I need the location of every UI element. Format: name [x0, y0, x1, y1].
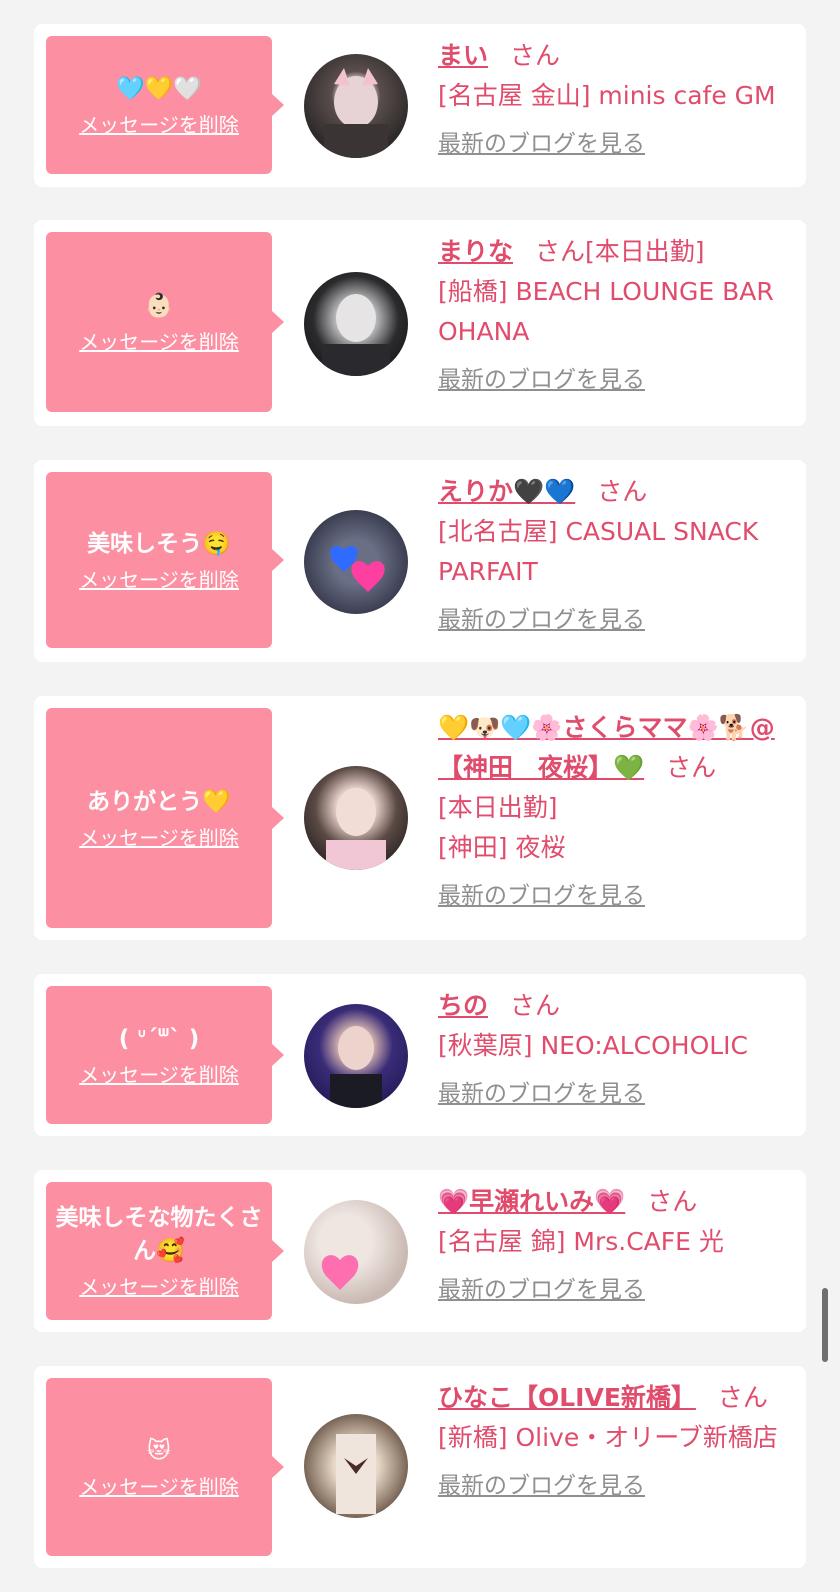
cast-name-link[interactable]: まい	[438, 41, 488, 70]
message-bubble: 👶🏻 メッセージを削除	[46, 232, 284, 412]
cast-name-link[interactable]: ひなこ【OLIVE新橋】	[438, 1383, 696, 1412]
delete-message-link[interactable]: メッセージを削除	[79, 825, 239, 851]
latest-blog-link[interactable]: 最新のブログを見る	[438, 364, 645, 396]
latest-blog-link[interactable]: 最新のブログを見る	[438, 128, 645, 160]
name-line: まい さん	[438, 36, 794, 76]
honorific: さん	[535, 237, 586, 266]
avatar-photo-icon	[336, 1434, 376, 1514]
latest-blog-link[interactable]: 最新のブログを見る	[438, 880, 645, 912]
latest-blog-link[interactable]: 最新のブログを見る	[438, 1078, 645, 1110]
delete-message-link[interactable]: メッセージを削除	[79, 112, 239, 138]
attendance-status: [本日出勤]	[585, 237, 705, 266]
delete-message-link[interactable]: メッセージを削除	[79, 1274, 239, 1300]
avatar[interactable]	[304, 272, 408, 376]
cast-info: まりな さん[本日出勤] [船橋] BEACH LOUNGE BAR OHANA …	[438, 232, 794, 396]
cast-info: 💛🐶🩵🌸さくらママ🌸🐕@【神田 夜桜】💚 さん [本日出勤] [神田] 夜桜 最新…	[438, 708, 794, 912]
name-line: 💛🐶🩵🌸さくらママ🌸🐕@【神田 夜桜】💚 さん	[438, 708, 794, 788]
honorific: さん	[717, 1383, 768, 1412]
avatar[interactable]	[304, 1414, 408, 1518]
delete-message-link[interactable]: メッセージを削除	[79, 1474, 239, 1500]
name-line: 💗早瀬れいみ💗 さん	[438, 1182, 794, 1222]
avatar[interactable]	[304, 54, 408, 158]
name-line: ひなこ【OLIVE新橋】 さん	[438, 1378, 794, 1418]
delete-message-link[interactable]: メッセージを削除	[79, 1062, 239, 1088]
shop-info: [新橋] Olive・オリーブ新橋店	[438, 1423, 778, 1452]
message-card: 👶🏻 メッセージを削除 まりな さん[本日出勤] [船橋] BEACH LOUNG…	[34, 220, 806, 426]
message-bubble: ( ᐡ´ᐜ` ) メッセージを削除	[46, 986, 284, 1124]
name-line: えりか🖤💙 さん	[438, 472, 794, 512]
message-text: ( ᐡ´ᐜ` )	[118, 1025, 200, 1052]
cast-info: ひなこ【OLIVE新橋】 さん [新橋] Olive・オリーブ新橋店 最新のブログ…	[438, 1378, 794, 1502]
cast-info: まい さん [名古屋 金山] minis cafe GM 最新のブログを見る	[438, 36, 794, 160]
message-bubble: 😻 メッセージを削除	[46, 1378, 284, 1556]
avatar-photo-icon	[321, 1255, 359, 1290]
avatar-photo-icon	[326, 788, 386, 870]
shop-info: [名古屋 金山] minis cafe GM	[438, 81, 776, 110]
name-line: まりな さん[本日出勤]	[438, 232, 794, 272]
avatar-photo-icon	[324, 68, 388, 158]
shop-info: [秋葉原] NEO:ALCOHOLIC	[438, 1031, 749, 1060]
message-bubble: 美味しそう🤤 メッセージを削除	[46, 472, 284, 648]
cast-name-link[interactable]: 💛🐶🩵🌸さくらママ🌸🐕@【神田 夜桜】💚	[438, 713, 775, 782]
message-text: ありがとう💛	[87, 788, 231, 815]
avatar[interactable]	[304, 1004, 408, 1108]
message-card: 🩵💛🤍 メッセージを削除 まい さん [名古屋 金山] minis cafe GM…	[34, 24, 806, 187]
cast-info: えりか🖤💙 さん [北名古屋] CASUAL SNACK PARFAIT 最新のブ…	[438, 472, 794, 636]
latest-blog-link[interactable]: 最新のブログを見る	[438, 1470, 645, 1502]
honorific: さん	[666, 753, 717, 782]
message-card: 美味しそう🤤 メッセージを削除 えりか🖤💙 さん [北名古屋] CASUAL SN…	[34, 460, 806, 662]
message-text: 👶🏻	[144, 292, 174, 319]
message-bubble: 美味しそな物たくさん🥰 メッセージを削除	[46, 1182, 284, 1320]
message-card: ( ᐡ´ᐜ` ) メッセージを削除 ちの さん [秋葉原] NEO:ALCOHOL…	[34, 974, 806, 1136]
shop-info: [船橋] BEACH LOUNGE BAR OHANA	[438, 277, 774, 346]
latest-blog-link[interactable]: 最新のブログを見る	[438, 604, 645, 636]
cast-info: 💗早瀬れいみ💗 さん [名古屋 錦] Mrs.CAFE 光 最新のブログを見る	[438, 1182, 794, 1306]
delete-message-link[interactable]: メッセージを削除	[79, 567, 239, 593]
latest-blog-link[interactable]: 最新のブログを見る	[438, 1274, 645, 1306]
honorific: さん	[510, 991, 561, 1020]
avatar[interactable]	[304, 766, 408, 870]
message-bubble: ありがとう💛 メッセージを削除	[46, 708, 284, 928]
cast-name-link[interactable]: まりな	[438, 237, 513, 266]
honorific: さん	[647, 1187, 698, 1216]
message-bubble: 🩵💛🤍 メッセージを削除	[46, 36, 284, 174]
avatar[interactable]	[304, 1200, 408, 1304]
honorific: さん	[510, 41, 561, 70]
shop-info: [神田] 夜桜	[438, 833, 566, 862]
message-card: 美味しそな物たくさん🥰 メッセージを削除 💗早瀬れいみ💗 さん [名古屋 錦] M…	[34, 1170, 806, 1332]
message-text: 🩵💛🤍	[116, 75, 202, 102]
message-card: 😻 メッセージを削除 ひなこ【OLIVE新橋】 さん [新橋] Olive・オリー…	[34, 1366, 806, 1568]
attendance-status: [本日出勤]	[438, 793, 558, 822]
message-text: 😻	[147, 1437, 171, 1464]
cast-info: ちの さん [秋葉原] NEO:ALCOHOLIC 最新のブログを見る	[438, 986, 794, 1110]
avatar[interactable]	[304, 510, 408, 614]
message-text: 美味しそう🤤	[87, 530, 231, 557]
cast-name-link[interactable]: えりか🖤💙	[438, 477, 575, 506]
cast-name-link[interactable]: 💗早瀬れいみ💗	[438, 1187, 625, 1216]
avatar-photo-icon	[322, 294, 390, 376]
avatar-photo-icon	[330, 1026, 382, 1108]
honorific: さん	[597, 477, 648, 506]
avatar-photo-icon	[330, 545, 385, 592]
shop-info: [名古屋 錦] Mrs.CAFE 光	[438, 1227, 724, 1256]
cast-name-link[interactable]: ちの	[438, 991, 488, 1020]
shop-info: [北名古屋] CASUAL SNACK PARFAIT	[438, 517, 759, 586]
name-line: ちの さん	[438, 986, 794, 1026]
delete-message-link[interactable]: メッセージを削除	[79, 329, 239, 355]
message-card: ありがとう💛 メッセージを削除 💛🐶🩵🌸さくらママ🌸🐕@【神田 夜桜】💚 さん […	[34, 696, 806, 940]
message-text: 美味しそな物たくさん🥰	[55, 1205, 263, 1264]
scrollbar[interactable]	[822, 1288, 828, 1362]
